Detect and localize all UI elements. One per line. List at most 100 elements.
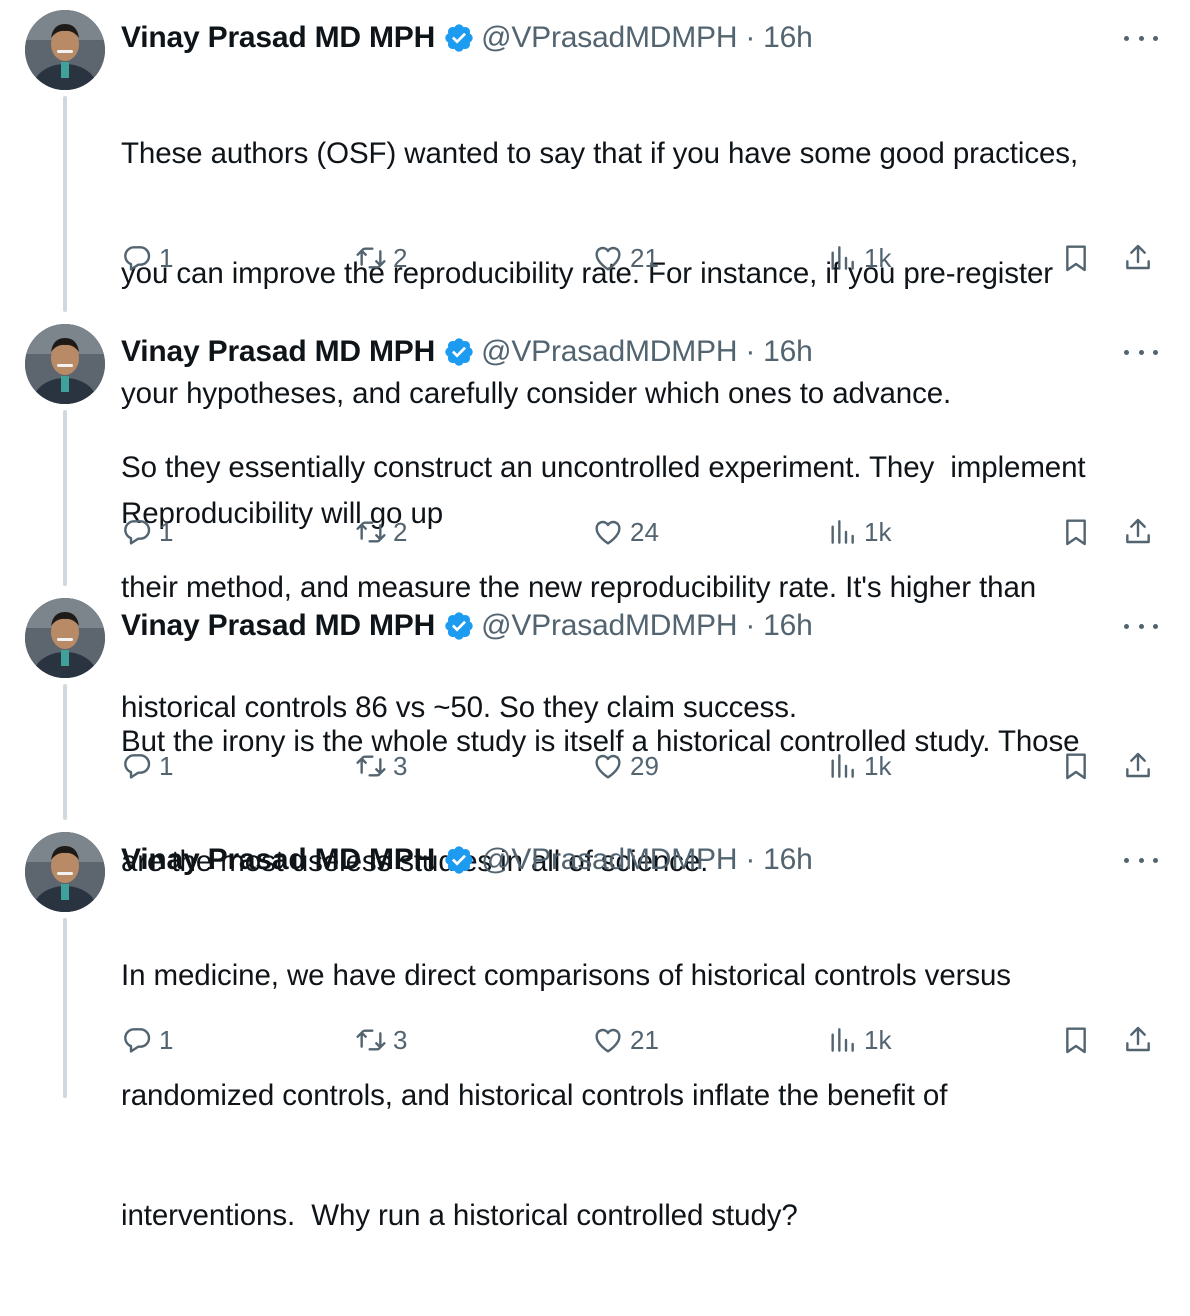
repost-count: 2 — [393, 516, 408, 547]
like-button[interactable]: 21 — [592, 1020, 659, 1060]
like-count: 21 — [630, 242, 659, 273]
views-chart-icon — [831, 1028, 854, 1052]
timestamp[interactable]: 16h — [763, 843, 813, 877]
share-button[interactable] — [1122, 1020, 1154, 1060]
share-button[interactable] — [1122, 238, 1154, 278]
share-icon — [1126, 752, 1150, 778]
views-button[interactable]: 1k — [826, 238, 891, 278]
tweet-text-line: randomized controls, and historical cont… — [121, 1079, 948, 1112]
repost-count: 2 — [393, 242, 408, 273]
tweet-header: Vinay Prasad MD MPH @VPrasadMDMPH · 16h — [121, 18, 813, 58]
tweet[interactable]: Vinay Prasad MD MPH @VPrasadMDMPH · 16h … — [0, 598, 1190, 878]
separator: · — [745, 335, 756, 368]
author-name[interactable]: Vinay Prasad MD MPH — [121, 609, 435, 643]
avatar[interactable] — [25, 598, 105, 678]
separator: · — [745, 609, 756, 642]
heart-icon — [595, 246, 621, 271]
timestamp[interactable]: 16h — [763, 609, 813, 643]
like-button[interactable]: 29 — [592, 746, 659, 786]
bookmark-icon — [1066, 519, 1086, 546]
heart-icon — [595, 754, 621, 779]
timestamp[interactable]: 16h — [763, 335, 813, 369]
more-options-icon[interactable] — [1124, 614, 1158, 638]
views-chart-icon — [831, 520, 854, 544]
repost-button[interactable]: 2 — [355, 238, 407, 278]
heart-icon — [595, 520, 621, 545]
repost-count: 3 — [393, 750, 408, 781]
avatar-image — [25, 598, 105, 678]
tweet[interactable]: Vinay Prasad MD MPH @VPrasadMDMPH · 16h … — [0, 324, 1190, 724]
bookmark-button[interactable] — [1060, 746, 1092, 786]
verified-badge-icon — [443, 844, 475, 876]
views-button[interactable]: 1k — [826, 512, 891, 552]
author-name[interactable]: Vinay Prasad MD MPH — [121, 21, 435, 55]
reply-icon — [124, 520, 151, 545]
repost-icon — [356, 247, 386, 269]
tweet-actions: 1 3 29 1k — [0, 746, 1190, 786]
repost-button[interactable]: 3 — [355, 1020, 407, 1060]
repost-button[interactable]: 2 — [355, 512, 407, 552]
reply-count: 1 — [159, 516, 174, 547]
avatar[interactable] — [25, 324, 105, 404]
verified-badge-icon — [443, 610, 475, 642]
repost-button[interactable]: 3 — [355, 746, 407, 786]
author-handle[interactable]: @VPrasadMDMPH — [481, 335, 737, 369]
tweet-text-line: In medicine, we have direct comparisons … — [121, 959, 1011, 992]
tweet[interactable]: Vinay Prasad MD MPH @VPrasadMDMPH · 16h … — [0, 832, 1190, 1232]
like-button[interactable]: 21 — [592, 238, 659, 278]
avatar[interactable] — [25, 832, 105, 912]
reply-icon — [124, 754, 151, 779]
tweet-text-line: interventions. Why run a historical cont… — [121, 1199, 798, 1232]
views-count: 1k — [864, 750, 892, 781]
avatar-image — [25, 832, 105, 912]
more-options-icon[interactable] — [1124, 848, 1158, 872]
tweet-text: In medicine, we have direct comparisons … — [121, 876, 1171, 1316]
views-count: 1k — [864, 242, 892, 273]
repost-count: 3 — [393, 1024, 408, 1055]
share-button[interactable] — [1122, 746, 1154, 786]
tweet-header: Vinay Prasad MD MPH @VPrasadMDMPH · 16h — [121, 332, 813, 372]
tweet-actions: 1 3 21 1k — [0, 1020, 1190, 1060]
repost-icon — [356, 1029, 386, 1051]
bookmark-button[interactable] — [1060, 512, 1092, 552]
more-options-icon[interactable] — [1124, 26, 1158, 50]
author-name[interactable]: Vinay Prasad MD MPH — [121, 843, 435, 877]
tweet-actions: 1 2 21 1k — [0, 238, 1190, 278]
views-button[interactable]: 1k — [826, 1020, 891, 1060]
tweet-actions: 1 2 24 1k — [0, 512, 1190, 552]
reply-icon — [124, 246, 151, 271]
avatar-image — [25, 324, 105, 404]
like-count: 24 — [630, 516, 659, 547]
views-button[interactable]: 1k — [826, 746, 891, 786]
timestamp[interactable]: 16h — [763, 21, 813, 55]
views-count: 1k — [864, 516, 892, 547]
repost-icon — [356, 521, 386, 543]
reply-icon — [124, 1028, 151, 1053]
like-button[interactable]: 24 — [592, 512, 659, 552]
bookmark-button[interactable] — [1060, 238, 1092, 278]
avatar[interactable] — [25, 10, 105, 90]
reply-button[interactable]: 1 — [121, 238, 173, 278]
bookmark-button[interactable] — [1060, 1020, 1092, 1060]
author-name[interactable]: Vinay Prasad MD MPH — [121, 335, 435, 369]
share-icon — [1126, 518, 1150, 544]
more-options-icon[interactable] — [1124, 340, 1158, 364]
separator: · — [745, 21, 756, 54]
bookmark-icon — [1066, 245, 1086, 272]
like-count: 21 — [630, 1024, 659, 1055]
bookmark-icon — [1066, 1027, 1086, 1054]
share-button[interactable] — [1122, 512, 1154, 552]
reply-button[interactable]: 1 — [121, 746, 173, 786]
views-chart-icon — [831, 246, 854, 270]
bookmark-icon — [1066, 753, 1086, 780]
author-handle[interactable]: @VPrasadMDMPH — [481, 609, 737, 643]
reply-count: 1 — [159, 242, 174, 273]
reply-button[interactable]: 1 — [121, 1020, 173, 1060]
tweet[interactable]: Vinay Prasad MD MPH @VPrasadMDMPH · 16h … — [0, 10, 1190, 530]
tweet-header: Vinay Prasad MD MPH @VPrasadMDMPH · 16h — [121, 840, 813, 880]
author-handle[interactable]: @VPrasadMDMPH — [481, 21, 737, 55]
views-count: 1k — [864, 1024, 892, 1055]
share-icon — [1126, 244, 1150, 270]
author-handle[interactable]: @VPrasadMDMPH — [481, 843, 737, 877]
reply-button[interactable]: 1 — [121, 512, 173, 552]
